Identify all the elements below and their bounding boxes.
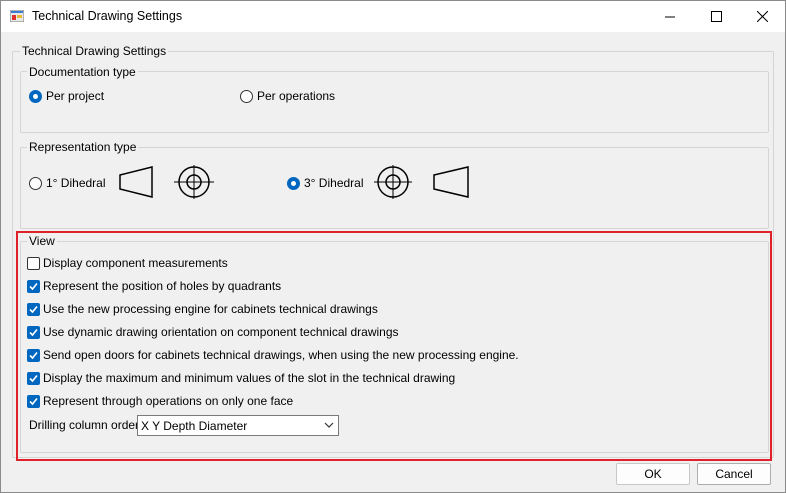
- per-operations-label[interactable]: Per operations: [257, 89, 335, 103]
- minimize-icon: [665, 16, 675, 17]
- third-dihedral-radio[interactable]: [287, 177, 300, 190]
- window-title: Technical Drawing Settings: [32, 9, 183, 23]
- first-dihedral-symbol-icon: [119, 165, 214, 199]
- technical-drawing-settings-legend: Technical Drawing Settings: [20, 44, 169, 58]
- settings-window: Technical Drawing Settings Technical Dra…: [0, 0, 786, 493]
- first-dihedral-label[interactable]: 1° Dihedral: [46, 176, 106, 190]
- title-bar[interactable]: Technical Drawing Settings: [1, 1, 785, 32]
- representation-type-legend: Representation type: [27, 140, 139, 154]
- close-button[interactable]: [739, 1, 785, 32]
- documentation-type-legend: Documentation type: [27, 65, 138, 79]
- maximize-button[interactable]: [693, 1, 739, 32]
- close-icon: [756, 11, 768, 22]
- cancel-button[interactable]: Cancel: [697, 463, 771, 485]
- per-project-label[interactable]: Per project: [46, 89, 104, 103]
- third-dihedral-label[interactable]: 3° Dihedral: [304, 176, 364, 190]
- first-dihedral-radio[interactable]: [29, 177, 42, 190]
- per-project-radio[interactable]: [29, 90, 42, 103]
- documentation-type-group: [20, 71, 769, 133]
- view-highlight-frame: [16, 231, 772, 461]
- app-icon: [10, 10, 24, 22]
- maximize-icon: [710, 11, 722, 22]
- third-dihedral-symbol-icon: [374, 165, 469, 199]
- ok-button[interactable]: OK: [616, 463, 690, 485]
- per-operations-radio[interactable]: [240, 90, 253, 103]
- minimize-button[interactable]: [647, 1, 693, 32]
